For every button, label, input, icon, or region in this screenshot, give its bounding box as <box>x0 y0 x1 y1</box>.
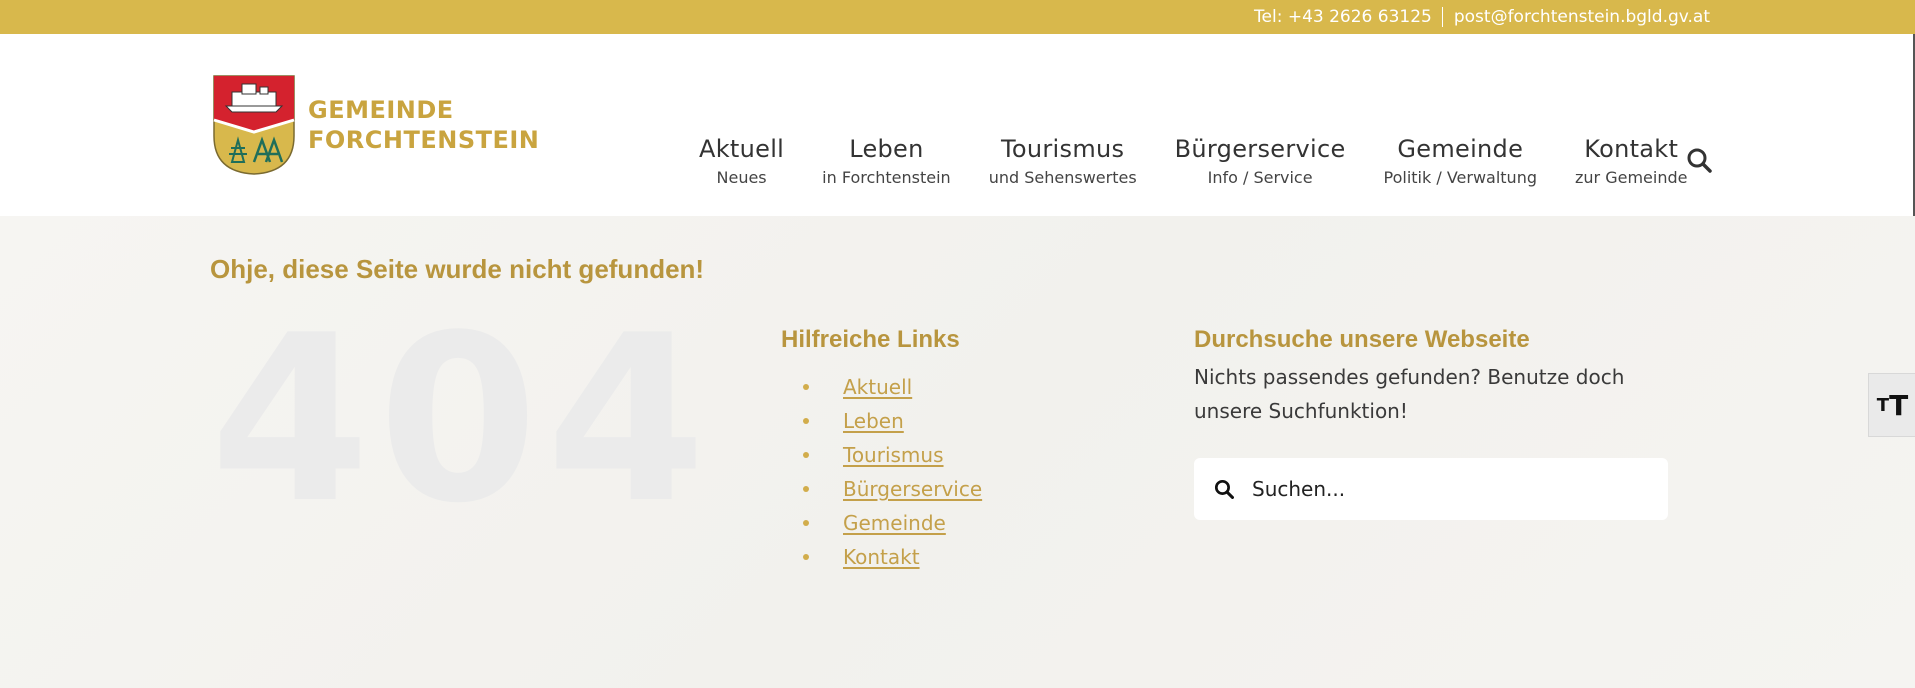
site-search: Durchsuche unsere Webseite Nichts passen… <box>1194 326 1684 520</box>
nav-label: Kontakt <box>1584 135 1679 163</box>
search-icon[interactable] <box>1686 147 1712 173</box>
nav-label: Tourismus <box>1001 135 1125 163</box>
bullet <box>803 384 809 390</box>
nav-sublabel: zur Gemeinde <box>1575 168 1688 187</box>
page-title: Ohje, diese Seite wurde nicht gefunden! <box>210 254 705 284</box>
link-leben[interactable]: Leben <box>843 409 904 433</box>
link-kontakt[interactable]: Kontakt <box>843 545 920 569</box>
list-item: Leben <box>781 404 982 438</box>
main-content: Ohje, diese Seite wurde nicht gefunden! … <box>0 216 1915 688</box>
list-item: Gemeinde <box>781 506 982 540</box>
search-icon[interactable] <box>1214 479 1234 499</box>
search-description: Nichts passendes gefunden? Benutze doch … <box>1194 365 1625 423</box>
nav-label: Gemeinde <box>1397 135 1524 163</box>
divider <box>1441 7 1443 27</box>
site-header: GEMEINDE FORCHTENSTEIN Aktuell Neues Leb… <box>0 34 1915 216</box>
font-size-toggle[interactable]: TT <box>1868 373 1915 437</box>
link-gemeinde[interactable]: Gemeinde <box>843 511 946 535</box>
site-logo[interactable]: GEMEINDE FORCHTENSTEIN <box>212 74 539 176</box>
list-item: Kontakt <box>781 540 982 574</box>
links-list: Aktuell Leben Tourismus Bürgerservice Ge… <box>781 370 982 574</box>
email-link[interactable]: post@forchtenstein.bgld.gv.at <box>1454 7 1710 27</box>
bullet <box>803 486 809 492</box>
crest-icon <box>213 75 295 175</box>
nav-label: Aktuell <box>699 135 785 163</box>
nav-sublabel: Neues <box>716 168 767 187</box>
bullet <box>803 520 809 526</box>
bullet <box>803 418 809 424</box>
nav-item-buergerservice[interactable]: Bürgerservice Info / Service <box>1156 134 1365 187</box>
phone-link[interactable]: Tel: +43 2626 63125 <box>1254 7 1432 27</box>
main-nav: Aktuell Neues Leben in Forchtenstein Tou… <box>680 134 1706 187</box>
link-tourismus[interactable]: Tourismus <box>843 443 944 467</box>
font-size-large-icon: T <box>1889 388 1909 422</box>
error-code: 404 <box>210 287 715 554</box>
search-heading: Durchsuche unsere Webseite <box>1194 326 1530 353</box>
nav-item-tourismus[interactable]: Tourismus und Sehenswertes <box>970 134 1156 187</box>
list-item: Tourismus <box>781 438 982 472</box>
logo-line2: FORCHTENSTEIN <box>308 126 540 154</box>
search-form[interactable] <box>1194 458 1668 520</box>
nav-sublabel: in Forchtenstein <box>822 168 951 187</box>
nav-sublabel: und Sehenswertes <box>988 168 1137 187</box>
nav-sublabel: Politik / Verwaltung <box>1383 168 1537 187</box>
nav-label: Leben <box>849 135 924 163</box>
link-aktuell[interactable]: Aktuell <box>843 375 912 399</box>
list-item: Bürgerservice <box>781 472 982 506</box>
search-input[interactable] <box>1252 477 1652 501</box>
nav-item-gemeinde[interactable]: Gemeinde Politik / Verwaltung <box>1365 134 1556 187</box>
nav-sublabel: Info / Service <box>1207 168 1313 187</box>
nav-item-aktuell[interactable]: Aktuell Neues <box>680 134 803 187</box>
helpful-links: Hilfreiche Links Aktuell Leben Tourismus… <box>781 326 982 574</box>
bullet <box>803 554 809 560</box>
bullet <box>803 452 809 458</box>
font-size-small-icon: T <box>1876 394 1890 416</box>
links-heading: Hilfreiche Links <box>781 326 960 353</box>
top-bar: Tel: +43 2626 63125 post@forchtenstein.b… <box>0 0 1915 34</box>
link-buergerservice[interactable]: Bürgerservice <box>843 477 982 501</box>
nav-item-leben[interactable]: Leben in Forchtenstein <box>803 134 970 187</box>
nav-label: Bürgerservice <box>1174 135 1346 163</box>
logo-line1: GEMEINDE <box>308 96 454 124</box>
list-item: Aktuell <box>781 370 982 404</box>
nav-item-kontakt[interactable]: Kontakt zur Gemeinde <box>1556 134 1706 187</box>
